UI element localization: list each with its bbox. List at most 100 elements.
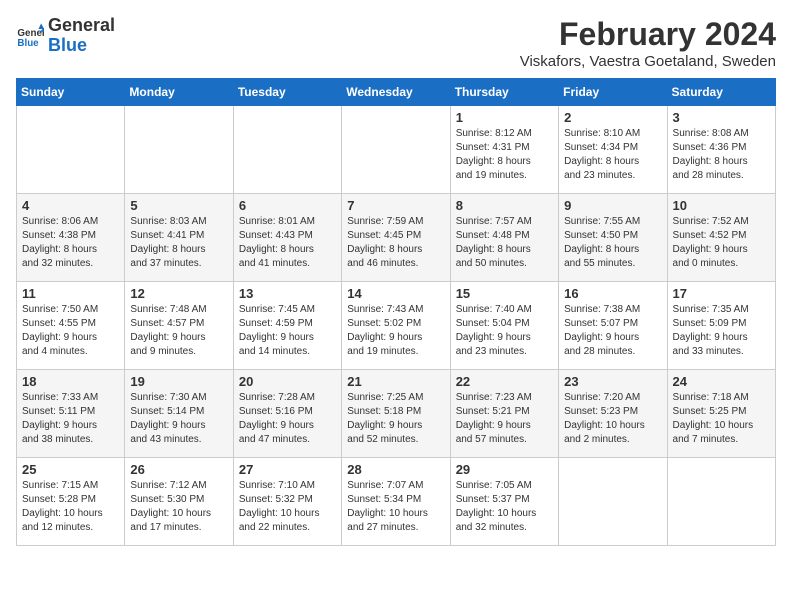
day-info: Sunrise: 8:06 AM Sunset: 4:38 PM Dayligh… xyxy=(22,215,119,271)
day-number: 28 xyxy=(347,462,444,477)
calendar-cell xyxy=(342,106,450,194)
calendar-cell: 9 Sunrise: 7:55 AM Sunset: 4:50 PM Daylig… xyxy=(559,194,667,282)
day-info: Sunrise: 7:18 AM Sunset: 5:25 PM Dayligh… xyxy=(673,391,770,447)
calendar-week-1: 1 Sunrise: 8:12 AM Sunset: 4:31 PM Daylig… xyxy=(17,106,776,194)
logo: General Blue General Blue xyxy=(16,16,115,56)
logo-icon: General Blue xyxy=(16,22,44,50)
weekday-header-wednesday: Wednesday xyxy=(342,79,450,106)
day-number: 20 xyxy=(239,374,336,389)
calendar-cell: 27 Sunrise: 7:10 AM Sunset: 5:32 PM Dayli… xyxy=(233,458,341,546)
day-info: Sunrise: 7:50 AM Sunset: 4:55 PM Dayligh… xyxy=(22,303,119,359)
weekday-header-thursday: Thursday xyxy=(450,79,558,106)
calendar-cell xyxy=(125,106,233,194)
page-header: General Blue General Blue February 2024 … xyxy=(16,16,776,70)
day-info: Sunrise: 7:45 AM Sunset: 4:59 PM Dayligh… xyxy=(239,303,336,359)
day-info: Sunrise: 7:38 AM Sunset: 5:07 PM Dayligh… xyxy=(564,303,661,359)
calendar-cell: 7 Sunrise: 7:59 AM Sunset: 4:45 PM Daylig… xyxy=(342,194,450,282)
calendar-week-3: 11Sunrise: 7:50 AM Sunset: 4:55 PM Dayli… xyxy=(17,282,776,370)
calendar-cell: 24Sunrise: 7:18 AM Sunset: 5:25 PM Dayli… xyxy=(667,370,775,458)
day-number: 7 xyxy=(347,198,444,213)
calendar-cell: 2 Sunrise: 8:10 AM Sunset: 4:34 PM Daylig… xyxy=(559,106,667,194)
day-info: Sunrise: 7:23 AM Sunset: 5:21 PM Dayligh… xyxy=(456,391,553,447)
calendar-cell: 29 Sunrise: 7:05 AM Sunset: 5:37 PM Dayli… xyxy=(450,458,558,546)
day-number: 6 xyxy=(239,198,336,213)
day-info: Sunrise: 7:48 AM Sunset: 4:57 PM Dayligh… xyxy=(130,303,227,359)
day-info: Sunrise: 7:57 AM Sunset: 4:48 PM Dayligh… xyxy=(456,215,553,271)
day-info: Sunrise: 7:52 AM Sunset: 4:52 PM Dayligh… xyxy=(673,215,770,271)
weekday-header-sunday: Sunday xyxy=(17,79,125,106)
day-info: Sunrise: 7:15 AM Sunset: 5:28 PM Dayligh… xyxy=(22,479,119,535)
day-number: 12 xyxy=(130,286,227,301)
day-info: Sunrise: 7:10 AM Sunset: 5:32 PM Dayligh… xyxy=(239,479,336,535)
day-number: 25 xyxy=(22,462,119,477)
calendar-week-4: 18 Sunrise: 7:33 AM Sunset: 5:11 PM Dayli… xyxy=(17,370,776,458)
day-info: Sunrise: 8:12 AM Sunset: 4:31 PM Dayligh… xyxy=(456,127,553,183)
title-block: February 2024 Viskafors, Vaestra Goetala… xyxy=(520,16,776,70)
day-info: Sunrise: 7:33 AM Sunset: 5:11 PM Dayligh… xyxy=(22,391,119,447)
day-info: Sunrise: 7:59 AM Sunset: 4:45 PM Dayligh… xyxy=(347,215,444,271)
day-number: 15 xyxy=(456,286,553,301)
day-info: Sunrise: 8:10 AM Sunset: 4:34 PM Dayligh… xyxy=(564,127,661,183)
calendar-cell: 4 Sunrise: 8:06 AM Sunset: 4:38 PM Daylig… xyxy=(17,194,125,282)
calendar-cell: 16Sunrise: 7:38 AM Sunset: 5:07 PM Dayli… xyxy=(559,282,667,370)
calendar-cell: 5 Sunrise: 8:03 AM Sunset: 4:41 PM Daylig… xyxy=(125,194,233,282)
day-number: 3 xyxy=(673,110,770,125)
weekday-header-saturday: Saturday xyxy=(667,79,775,106)
calendar-cell: 20 Sunrise: 7:28 AM Sunset: 5:16 PM Dayli… xyxy=(233,370,341,458)
day-number: 26 xyxy=(130,462,227,477)
weekday-header-monday: Monday xyxy=(125,79,233,106)
calendar-cell: 13Sunrise: 7:45 AM Sunset: 4:59 PM Dayli… xyxy=(233,282,341,370)
day-info: Sunrise: 7:30 AM Sunset: 5:14 PM Dayligh… xyxy=(130,391,227,447)
calendar-cell: 14Sunrise: 7:43 AM Sunset: 5:02 PM Dayli… xyxy=(342,282,450,370)
calendar-cell: 26 Sunrise: 7:12 AM Sunset: 5:30 PM Dayli… xyxy=(125,458,233,546)
day-number: 22 xyxy=(456,374,553,389)
day-number: 9 xyxy=(564,198,661,213)
location-subtitle: Viskafors, Vaestra Goetaland, Sweden xyxy=(520,53,776,70)
calendar-cell: 12 Sunrise: 7:48 AM Sunset: 4:57 PM Dayli… xyxy=(125,282,233,370)
calendar-cell: 18 Sunrise: 7:33 AM Sunset: 5:11 PM Dayli… xyxy=(17,370,125,458)
calendar-cell: 19 Sunrise: 7:30 AM Sunset: 5:14 PM Dayli… xyxy=(125,370,233,458)
calendar-cell: 21 Sunrise: 7:25 AM Sunset: 5:18 PM Dayli… xyxy=(342,370,450,458)
calendar-week-5: 25 Sunrise: 7:15 AM Sunset: 5:28 PM Dayli… xyxy=(17,458,776,546)
day-info: Sunrise: 7:55 AM Sunset: 4:50 PM Dayligh… xyxy=(564,215,661,271)
calendar-cell: 1 Sunrise: 8:12 AM Sunset: 4:31 PM Daylig… xyxy=(450,106,558,194)
day-number: 18 xyxy=(22,374,119,389)
calendar-cell: 3 Sunrise: 8:08 AM Sunset: 4:36 PM Daylig… xyxy=(667,106,775,194)
day-number: 5 xyxy=(130,198,227,213)
calendar-cell: 17Sunrise: 7:35 AM Sunset: 5:09 PM Dayli… xyxy=(667,282,775,370)
day-info: Sunrise: 7:12 AM Sunset: 5:30 PM Dayligh… xyxy=(130,479,227,535)
day-number: 17 xyxy=(673,286,770,301)
calendar-cell: 22 Sunrise: 7:23 AM Sunset: 5:21 PM Dayli… xyxy=(450,370,558,458)
day-number: 2 xyxy=(564,110,661,125)
logo-text-blue: Blue xyxy=(48,36,115,56)
day-number: 4 xyxy=(22,198,119,213)
day-number: 10 xyxy=(673,198,770,213)
calendar-cell: 8Sunrise: 7:57 AM Sunset: 4:48 PM Daylig… xyxy=(450,194,558,282)
logo-text-general: General xyxy=(48,16,115,36)
calendar-cell: 23Sunrise: 7:20 AM Sunset: 5:23 PM Dayli… xyxy=(559,370,667,458)
day-number: 1 xyxy=(456,110,553,125)
day-number: 19 xyxy=(130,374,227,389)
calendar-cell: 10 Sunrise: 7:52 AM Sunset: 4:52 PM Dayli… xyxy=(667,194,775,282)
calendar-cell xyxy=(233,106,341,194)
weekday-header-row: SundayMondayTuesdayWednesdayThursdayFrid… xyxy=(17,79,776,106)
calendar-table: SundayMondayTuesdayWednesdayThursdayFrid… xyxy=(16,78,776,546)
day-number: 27 xyxy=(239,462,336,477)
calendar-cell xyxy=(559,458,667,546)
calendar-cell: 15Sunrise: 7:40 AM Sunset: 5:04 PM Dayli… xyxy=(450,282,558,370)
day-info: Sunrise: 7:43 AM Sunset: 5:02 PM Dayligh… xyxy=(347,303,444,359)
day-info: Sunrise: 7:20 AM Sunset: 5:23 PM Dayligh… xyxy=(564,391,661,447)
calendar-cell: 6 Sunrise: 8:01 AM Sunset: 4:43 PM Daylig… xyxy=(233,194,341,282)
day-info: Sunrise: 7:25 AM Sunset: 5:18 PM Dayligh… xyxy=(347,391,444,447)
day-info: Sunrise: 8:03 AM Sunset: 4:41 PM Dayligh… xyxy=(130,215,227,271)
day-number: 21 xyxy=(347,374,444,389)
day-info: Sunrise: 7:28 AM Sunset: 5:16 PM Dayligh… xyxy=(239,391,336,447)
day-info: Sunrise: 7:05 AM Sunset: 5:37 PM Dayligh… xyxy=(456,479,553,535)
calendar-cell: 11Sunrise: 7:50 AM Sunset: 4:55 PM Dayli… xyxy=(17,282,125,370)
day-info: Sunrise: 8:01 AM Sunset: 4:43 PM Dayligh… xyxy=(239,215,336,271)
calendar-cell: 25 Sunrise: 7:15 AM Sunset: 5:28 PM Dayli… xyxy=(17,458,125,546)
day-number: 29 xyxy=(456,462,553,477)
calendar-cell xyxy=(17,106,125,194)
weekday-header-tuesday: Tuesday xyxy=(233,79,341,106)
day-info: Sunrise: 8:08 AM Sunset: 4:36 PM Dayligh… xyxy=(673,127,770,183)
